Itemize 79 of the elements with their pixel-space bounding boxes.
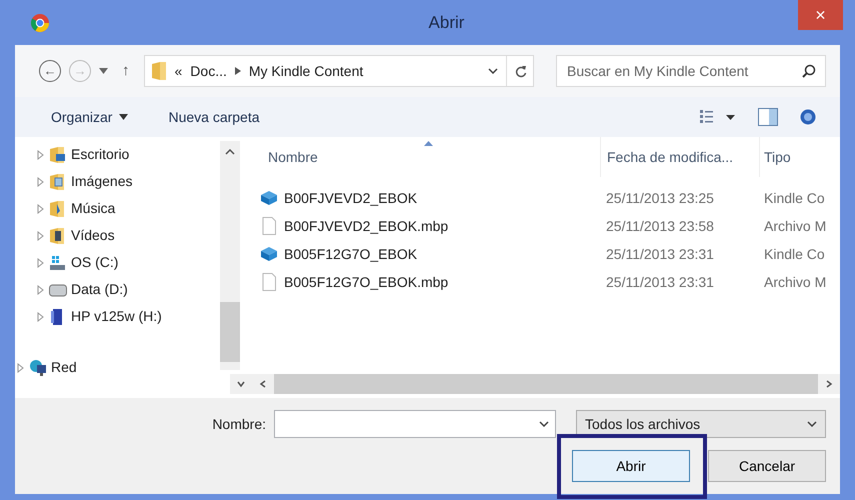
- column-header[interactable]: Fecha de modifica...: [600, 137, 760, 177]
- dropdown-icon[interactable]: [99, 68, 108, 74]
- expand-icon[interactable]: [35, 204, 45, 214]
- window-title: Abrir: [428, 12, 464, 34]
- organize-menu[interactable]: Organizar: [51, 106, 128, 128]
- pictures-icon: [49, 174, 67, 190]
- sidebar-item[interactable]: Data (D:): [71, 279, 128, 300]
- search-field[interactable]: Buscar en My Kindle Content: [556, 55, 826, 87]
- scrollbar-thumb[interactable]: [220, 302, 240, 362]
- music-icon: [49, 200, 67, 216]
- chevron-icon[interactable]: [234, 67, 241, 75]
- caret-icon: [119, 114, 128, 120]
- folder-icon: [150, 61, 166, 81]
- column-header[interactable]: Tipo: [760, 146, 840, 168]
- filename-label: Nombre:: [212, 414, 266, 434]
- chevron-icon: [825, 380, 833, 388]
- scroll-right-button[interactable]: [818, 374, 840, 394]
- filename-field[interactable]: [274, 410, 556, 438]
- dropdown-icon[interactable]: [539, 421, 549, 427]
- expand-icon[interactable]: [35, 230, 45, 240]
- expand-icon[interactable]: [35, 258, 45, 268]
- file-name[interactable]: B005F12G7O_EBOK: [284, 244, 418, 264]
- table-cell-text: 25/11/2013 23:31: [605, 272, 715, 292]
- dialog-button[interactable]: Abrir: [572, 450, 690, 482]
- breadcrumb[interactable]: Doc...: [190, 60, 227, 82]
- table-cell-text: 25/11/2013 23:25: [605, 188, 715, 208]
- dialog-button[interactable]: Cancelar: [708, 450, 826, 482]
- table-cell-text: Archivo M: [763, 272, 828, 292]
- sidebar-item[interactable]: Imágenes: [71, 171, 132, 192]
- file-icon: [260, 217, 278, 235]
- breadcrumb-overflow[interactable]: «: [174, 60, 182, 82]
- table-cell-text: Kindle Co: [763, 244, 826, 264]
- help-icon[interactable]: [800, 109, 816, 125]
- file-type-dropdown[interactable]: Todos los archivos: [576, 410, 826, 438]
- breadcrumb[interactable]: My Kindle Content: [248, 60, 364, 82]
- file-name[interactable]: B00FJVEVD2_EBOK.mbp: [284, 216, 448, 236]
- expand-icon[interactable]: [35, 176, 45, 186]
- address-bar[interactable]: « Doc... My Kindle Content: [144, 55, 534, 87]
- expand-icon[interactable]: [15, 362, 25, 372]
- sidebar-item[interactable]: Escritorio: [71, 144, 130, 165]
- table-cell-text: Archivo M: [763, 216, 828, 236]
- dropdown-icon: [807, 421, 817, 427]
- new-folder-button[interactable]: Nueva carpeta: [168, 106, 260, 128]
- horizontal-scrollbar[interactable]: [230, 374, 840, 394]
- drive-icon: [49, 282, 67, 298]
- close-button[interactable]: ×: [798, 0, 843, 30]
- videos-icon: [49, 228, 67, 244]
- sidebar-item[interactable]: OS (C:): [71, 252, 118, 273]
- sidebar-item[interactable]: Red: [51, 357, 77, 378]
- network-icon: [29, 360, 47, 376]
- search-icon: [802, 64, 816, 78]
- sidebar-item[interactable]: HP v125w (H:): [71, 306, 162, 327]
- sidebar-item[interactable]: Música: [71, 198, 116, 219]
- expand-icon[interactable]: [35, 150, 45, 160]
- column-header[interactable]: Nombre: [250, 146, 600, 168]
- system-drive-icon: [49, 254, 67, 270]
- table-cell-text: 25/11/2013 23:31: [605, 244, 715, 264]
- refresh-icon[interactable]: [515, 64, 527, 78]
- file-name[interactable]: B005F12G7O_EBOK.mbp: [284, 272, 448, 292]
- desktop-icon: [49, 146, 67, 162]
- preview-pane-icon[interactable]: [758, 108, 778, 126]
- scroll-left-button[interactable]: [252, 374, 274, 394]
- dropdown-icon[interactable]: [488, 68, 498, 74]
- back-button[interactable]: ←: [39, 60, 61, 82]
- expand-icon[interactable]: [35, 284, 45, 294]
- scroll-down-button[interactable]: [230, 374, 252, 394]
- sort-ascending-icon: [424, 141, 433, 146]
- chevron-icon: [259, 380, 267, 388]
- file-icon: [260, 273, 278, 291]
- table-cell-text: Kindle Co: [763, 188, 826, 208]
- expand-icon[interactable]: [35, 312, 45, 322]
- up-button[interactable]: ↑: [122, 60, 130, 82]
- view-options-icon[interactable]: [700, 110, 736, 124]
- chevron-icon: [237, 380, 245, 388]
- sidebar-item[interactable]: Vídeos: [71, 225, 115, 246]
- file-name[interactable]: B00FJVEVD2_EBOK: [284, 188, 418, 208]
- browser-icon: [30, 12, 50, 32]
- table-cell-text: 25/11/2013 23:58: [605, 216, 715, 236]
- scroll-up-icon[interactable]: [225, 149, 235, 155]
